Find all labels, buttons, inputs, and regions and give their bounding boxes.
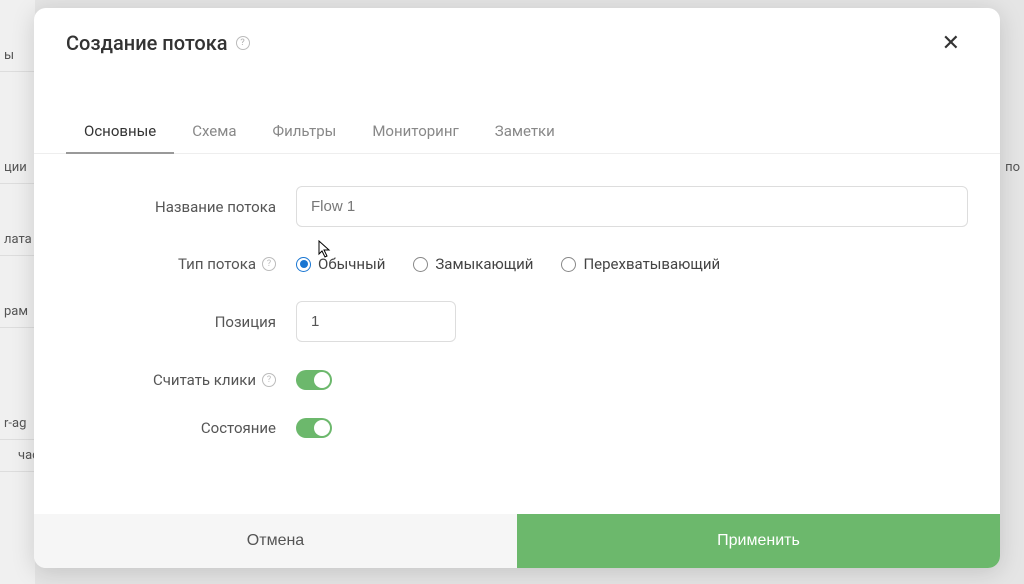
- radio-label: Перехватывающий: [583, 255, 720, 273]
- bg-item: r-ag: [0, 408, 35, 440]
- close-icon: ✕: [942, 30, 960, 55]
- modal-footer: Отмена Применить: [34, 514, 1000, 568]
- label-text: Позиция: [215, 313, 276, 331]
- bg-item: ы: [0, 40, 35, 72]
- flow-name-label: Название потока: [66, 198, 296, 216]
- tab-scheme[interactable]: Схема: [174, 110, 254, 154]
- create-flow-modal: Создание потока ? ✕ Основные Схема Фильт…: [34, 8, 1000, 568]
- flow-name-input[interactable]: [296, 186, 968, 227]
- row-flow-type: Тип потока ? Обычный Замыкающий Перехват…: [66, 255, 968, 273]
- close-button[interactable]: ✕: [934, 26, 968, 60]
- row-state: Состояние: [66, 418, 968, 438]
- bg-item: лата: [0, 224, 35, 256]
- flow-type-label: Тип потока ?: [66, 255, 296, 273]
- radio-icon: [561, 257, 576, 272]
- row-count-clicks: Считать клики ?: [66, 370, 968, 390]
- label-text: Тип потока: [178, 255, 256, 273]
- state-label: Состояние: [66, 419, 296, 437]
- radio-icon: [296, 257, 311, 272]
- row-flow-name: Название потока: [66, 186, 968, 227]
- radio-closing[interactable]: Замыкающий: [413, 255, 533, 273]
- tab-notes[interactable]: Заметки: [477, 110, 573, 154]
- modal-title: Создание потока ?: [66, 31, 250, 55]
- position-label: Позиция: [66, 313, 296, 331]
- tab-monitoring[interactable]: Мониторинг: [354, 110, 476, 154]
- radio-intercepting[interactable]: Перехватывающий: [561, 255, 720, 273]
- tabs: Основные Схема Фильтры Мониторинг Заметк…: [34, 110, 1000, 154]
- count-clicks-label: Считать клики ?: [66, 371, 296, 389]
- bg-item: рам: [0, 296, 35, 328]
- cancel-button[interactable]: Отмена: [34, 514, 517, 568]
- label-text: Состояние: [201, 419, 276, 437]
- radio-normal[interactable]: Обычный: [296, 255, 385, 273]
- position-input[interactable]: [296, 301, 456, 342]
- tab-main[interactable]: Основные: [66, 110, 174, 154]
- help-icon[interactable]: ?: [262, 373, 276, 387]
- modal-title-text: Создание потока: [66, 31, 228, 55]
- count-clicks-toggle[interactable]: [296, 370, 332, 390]
- apply-button[interactable]: Применить: [517, 514, 1000, 568]
- label-text: Считать клики: [153, 371, 256, 389]
- help-icon[interactable]: ?: [236, 36, 250, 50]
- tab-filters[interactable]: Фильтры: [255, 110, 355, 154]
- label-text: Название потока: [155, 198, 276, 216]
- help-icon[interactable]: ?: [262, 257, 276, 271]
- background-sidebar: ы ции лата рам r-ag часов: [0, 0, 35, 584]
- radio-icon: [413, 257, 428, 272]
- row-position: Позиция: [66, 301, 968, 342]
- bg-item: ции: [0, 152, 35, 184]
- form-body: Название потока Тип потока ? Обычный Зам…: [34, 154, 1000, 514]
- bg-item: часов: [0, 440, 35, 472]
- bg-right-text: по: [1005, 160, 1020, 175]
- radio-label: Замыкающий: [435, 255, 533, 273]
- state-toggle[interactable]: [296, 418, 332, 438]
- modal-header: Создание потока ? ✕: [34, 8, 1000, 74]
- radio-label: Обычный: [318, 255, 385, 273]
